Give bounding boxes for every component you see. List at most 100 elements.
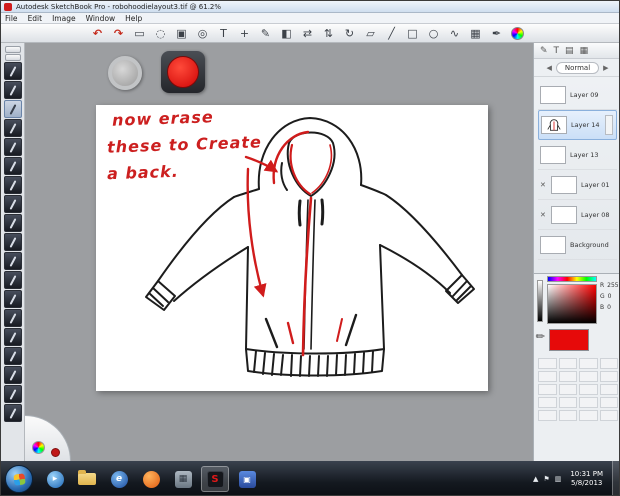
- mini-color-wheel-icon[interactable]: [32, 441, 45, 454]
- color-swatch[interactable]: [579, 358, 598, 369]
- brush-tool-tile[interactable]: [4, 62, 22, 80]
- layer-row[interactable]: ✕ Layer 08: [538, 200, 617, 230]
- ellipse-tool[interactable]: ○: [423, 25, 444, 42]
- action-center-flag-icon[interactable]: ⚑: [543, 475, 549, 483]
- curve-tool[interactable]: ∿: [444, 25, 465, 42]
- color-swatch[interactable]: [579, 371, 598, 382]
- color-swatch[interactable]: [600, 397, 619, 408]
- brush-tool-tile-selected[interactable]: [4, 100, 22, 118]
- line-tool[interactable]: ╱: [381, 25, 402, 42]
- brush-tool-tile[interactable]: [4, 138, 22, 156]
- taskbar-firefox[interactable]: [137, 466, 165, 492]
- layer-row-selected[interactable]: Layer 14: [538, 110, 617, 140]
- brush-tool-tile[interactable]: [4, 309, 22, 327]
- current-color-dot[interactable]: [51, 448, 60, 457]
- taskbar-clock[interactable]: 10:31 PM 5/8/2013: [566, 470, 607, 488]
- undo-button[interactable]: ↶: [87, 25, 108, 42]
- brush-tool-tile[interactable]: [4, 176, 22, 194]
- blend-prev-icon[interactable]: ◀: [546, 64, 551, 72]
- taskbar-internet-explorer[interactable]: e: [105, 466, 133, 492]
- color-swatch[interactable]: [579, 410, 598, 421]
- layer-row-background[interactable]: Background: [538, 230, 617, 260]
- start-button[interactable]: [5, 465, 33, 493]
- brush-editor-tool[interactable]: ✒: [486, 25, 507, 42]
- grayscale-ramp[interactable]: [537, 280, 543, 322]
- grid-tool[interactable]: ▦: [465, 25, 486, 42]
- redo-button[interactable]: ↷: [108, 25, 129, 42]
- current-color-swatch[interactable]: [549, 329, 589, 351]
- color-swatch[interactable]: [600, 371, 619, 382]
- brush-tool-tile[interactable]: [4, 195, 22, 213]
- layer-row[interactable]: Layer 09: [538, 80, 617, 110]
- tab-text-icon[interactable]: T: [554, 44, 560, 58]
- network-icon[interactable]: ▥: [555, 475, 562, 483]
- menu-image[interactable]: Image: [52, 14, 76, 23]
- color-swatch[interactable]: [559, 397, 578, 408]
- layer-hidden-icon[interactable]: ✕: [540, 211, 547, 219]
- brush-tool-tile[interactable]: [4, 252, 22, 270]
- brush-tool-tile[interactable]: [4, 347, 22, 365]
- hue-slider[interactable]: [547, 276, 597, 282]
- distort-tool[interactable]: ▱: [360, 25, 381, 42]
- brush-puck[interactable]: [108, 56, 142, 90]
- brush-tool-tile[interactable]: [4, 157, 22, 175]
- layer-row[interactable]: Layer 13: [538, 140, 617, 170]
- blend-mode-select[interactable]: Normal: [556, 62, 599, 74]
- taskbar-app-gray[interactable]: ▦: [169, 466, 197, 492]
- brush-tool-tile[interactable]: [4, 81, 22, 99]
- brush-tool-tile[interactable]: [4, 233, 22, 251]
- color-puck[interactable]: [167, 56, 199, 88]
- taskbar-explorer[interactable]: [73, 466, 101, 492]
- color-swatch[interactable]: [579, 384, 598, 395]
- eyedropper-icon[interactable]: ✎: [533, 329, 549, 345]
- rectangle-tool[interactable]: □: [402, 25, 423, 42]
- color-swatch[interactable]: [579, 397, 598, 408]
- color-swatch[interactable]: [600, 410, 619, 421]
- panel-toggle-button[interactable]: [5, 54, 21, 61]
- text-tool[interactable]: T: [213, 25, 234, 42]
- brush-tool-tile[interactable]: [4, 271, 22, 289]
- color-swatch[interactable]: [559, 410, 578, 421]
- brush-tool-tile[interactable]: [4, 385, 22, 403]
- panel-toggle-button[interactable]: [5, 46, 21, 53]
- brush-tool-tile[interactable]: [4, 366, 22, 384]
- saturation-value-picker[interactable]: [547, 284, 597, 324]
- crop-tool[interactable]: ▣: [171, 25, 192, 42]
- color-swatch[interactable]: [600, 384, 619, 395]
- brush-tool-tile[interactable]: [4, 290, 22, 308]
- taskbar-sketchbook[interactable]: S: [201, 466, 229, 492]
- tab-brush-icon[interactable]: ✎: [540, 44, 548, 58]
- lasso-tool[interactable]: ◌: [150, 25, 171, 42]
- tab-display-icon[interactable]: ▦: [580, 44, 589, 58]
- drawing-canvas[interactable]: now erase these to Create a back.: [96, 105, 488, 391]
- color-swatch[interactable]: [538, 410, 557, 421]
- zoom-tool[interactable]: ◎: [192, 25, 213, 42]
- menu-help[interactable]: Help: [125, 14, 142, 23]
- color-wheel-icon[interactable]: [511, 27, 524, 40]
- brush-tool-tile[interactable]: [4, 214, 22, 232]
- tab-layers-icon[interactable]: ▤: [565, 44, 574, 58]
- fill-tool[interactable]: ◧: [276, 25, 297, 42]
- layer-row[interactable]: ✕ Layer 01: [538, 170, 617, 200]
- pencil-tool[interactable]: ✎: [255, 25, 276, 42]
- menu-file[interactable]: File: [5, 14, 18, 23]
- color-swatch[interactable]: [538, 371, 557, 382]
- menu-window[interactable]: Window: [86, 14, 116, 23]
- color-swatch[interactable]: [538, 397, 557, 408]
- taskbar-media-player[interactable]: ▸: [41, 466, 69, 492]
- flip-vertical-tool[interactable]: ⇅: [318, 25, 339, 42]
- rotate-tool[interactable]: ↻: [339, 25, 360, 42]
- blend-next-icon[interactable]: ▶: [603, 64, 608, 72]
- show-desktop-button[interactable]: [612, 461, 619, 496]
- color-swatch[interactable]: [600, 358, 619, 369]
- select-rect-tool[interactable]: ▭: [129, 25, 150, 42]
- menu-edit[interactable]: Edit: [28, 14, 43, 23]
- color-swatch[interactable]: [538, 358, 557, 369]
- brush-tool-tile[interactable]: [4, 404, 22, 422]
- layer-opacity-slider[interactable]: [605, 115, 613, 135]
- brush-tool-tile[interactable]: [4, 328, 22, 346]
- color-swatch[interactable]: [559, 371, 578, 382]
- color-swatch[interactable]: [559, 384, 578, 395]
- color-swatch[interactable]: [559, 358, 578, 369]
- taskbar-app-blue[interactable]: ▣: [233, 466, 261, 492]
